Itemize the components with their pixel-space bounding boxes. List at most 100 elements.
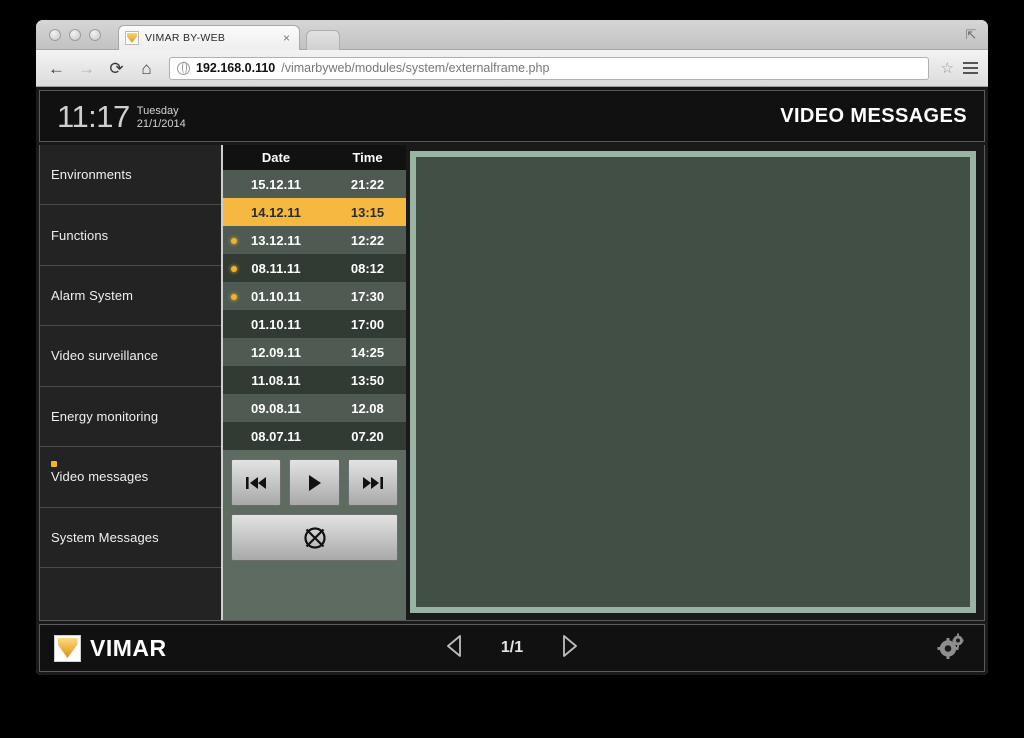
- skip-back-icon: [246, 476, 267, 489]
- new-tab-button[interactable]: [306, 30, 340, 50]
- vimar-app: 11:17 Tuesday 21/1/2014 VIDEO MESSAGES E…: [36, 87, 988, 675]
- globe-icon: [177, 61, 190, 75]
- next-button[interactable]: [347, 459, 398, 506]
- close-tab-icon[interactable]: ×: [280, 32, 293, 44]
- previous-button[interactable]: [231, 459, 282, 506]
- table-row[interactable]: 01.10.11 17:00: [223, 310, 406, 338]
- url-path: /vimarbyweb/modules/system/externalframe…: [281, 61, 550, 75]
- settings-button[interactable]: [936, 632, 966, 665]
- row-time: 21:22: [350, 176, 385, 192]
- sidebar-item-environments[interactable]: Environments: [40, 145, 221, 206]
- sidebar-item-label: Video messages: [51, 469, 149, 485]
- row-date: 13.12.11: [251, 232, 301, 248]
- table-row[interactable]: 08.11.11 08:12: [223, 254, 406, 282]
- sidebar: Environments Functions Alarm System Vide…: [40, 145, 223, 620]
- table-row[interactable]: 12.09.11 14:25: [223, 338, 406, 366]
- address-bar[interactable]: 192.168.0.110 /vimarbyweb/modules/system…: [169, 56, 929, 80]
- video-viewer-panel: [406, 145, 984, 620]
- vimar-logo-icon: [54, 634, 81, 662]
- brand-logo: VIMAR: [54, 634, 167, 662]
- delete-crossed-circle-icon: [303, 526, 326, 549]
- row-time: 12:22: [350, 232, 385, 248]
- triangle-left-icon: [447, 634, 461, 657]
- row-time: 17:30: [350, 288, 385, 304]
- browser-tab-title: VIMAR BY-WEB: [145, 32, 226, 44]
- table-row[interactable]: 09.08.11 12.08: [223, 394, 406, 422]
- clock: 11:17 Tuesday 21/1/2014: [57, 101, 186, 132]
- home-icon[interactable]: ⌂: [136, 58, 157, 79]
- sidebar-item-energy-monitoring[interactable]: Energy monitoring: [40, 386, 221, 448]
- table-row[interactable]: 13.12.11 12:22: [223, 226, 406, 254]
- row-date: 01.10.11: [251, 316, 301, 332]
- sidebar-item-video-messages[interactable]: Video messages: [40, 447, 221, 508]
- message-list-header: Date Time: [223, 145, 406, 170]
- sidebar-item-label: Video surveillance: [51, 348, 159, 364]
- back-icon[interactable]: ←: [46, 58, 67, 79]
- unread-dot-icon: [231, 238, 237, 244]
- row-date: 01.10.11: [251, 288, 301, 304]
- next-page-button[interactable]: [559, 633, 579, 664]
- message-panel-filler: [223, 569, 406, 620]
- minimize-window-button[interactable]: [69, 29, 81, 41]
- brand-name: VIMAR: [90, 634, 167, 661]
- row-time: 17:00: [350, 316, 385, 332]
- skip-forward-icon: [362, 476, 383, 489]
- unread-dot-icon: [231, 266, 237, 272]
- unread-dot-icon: [51, 461, 57, 468]
- clock-datestring: 21/1/2014: [136, 117, 186, 130]
- video-display[interactable]: [410, 151, 976, 613]
- browser-menu-icon[interactable]: [963, 61, 978, 75]
- message-list-rows: 15.12.11 21:22 14.12.11 13:15 13.12.11 1…: [223, 170, 406, 450]
- sidebar-item-label: Functions: [51, 227, 109, 243]
- url-host: 192.168.0.110: [196, 61, 276, 75]
- table-row[interactable]: 15.12.11 21:22: [223, 170, 406, 198]
- table-row[interactable]: 08.07.11 07.20: [223, 422, 406, 450]
- row-date: 08.07.11: [251, 428, 301, 444]
- row-date: 09.08.11: [251, 400, 301, 416]
- clock-date: Tuesday 21/1/2014: [137, 102, 186, 130]
- app-header: 11:17 Tuesday 21/1/2014 VIDEO MESSAGES: [39, 90, 985, 142]
- pagination: 1/1: [40, 633, 984, 664]
- page-title: VIDEO MESSAGES: [780, 104, 967, 127]
- play-button[interactable]: [289, 459, 340, 506]
- page-indicator: 1/1: [500, 639, 524, 656]
- sidebar-item-system-messages[interactable]: System Messages: [40, 507, 221, 568]
- row-time: 08:12: [350, 260, 385, 276]
- table-row[interactable]: 11.08.11 13:50: [223, 366, 406, 394]
- restore-window-icon[interactable]: ⇱: [964, 28, 978, 42]
- row-time: 07.20: [351, 428, 384, 444]
- row-date: 14.12.11: [251, 204, 301, 220]
- sidebar-filler: [40, 567, 221, 620]
- clock-weekday: Tuesday: [136, 105, 179, 118]
- row-date: 15.12.11: [251, 176, 301, 192]
- app-body: Environments Functions Alarm System Vide…: [39, 145, 985, 621]
- sidebar-item-label: System Messages: [51, 529, 159, 545]
- sidebar-item-label: Alarm System: [51, 288, 134, 304]
- browser-tab[interactable]: VIMAR BY-WEB ×: [118, 25, 300, 50]
- browser-toolbar: ← → ⟳ ⌂ 192.168.0.110 /vimarbyweb/module…: [36, 50, 988, 87]
- forward-icon[interactable]: →: [76, 58, 97, 79]
- column-header-time: Time: [352, 150, 383, 165]
- browser-window: VIMAR BY-WEB × ⇱ ← → ⟳ ⌂ 192.168.0.110 /…: [36, 20, 988, 675]
- reload-icon[interactable]: ⟳: [106, 58, 127, 79]
- table-row[interactable]: 01.10.11 17:30: [223, 282, 406, 310]
- sidebar-item-label: Environments: [51, 167, 132, 183]
- sidebar-item-alarm-system[interactable]: Alarm System: [40, 265, 221, 327]
- window-traffic-lights[interactable]: [49, 29, 101, 41]
- row-time: 13:15: [350, 204, 385, 220]
- table-row[interactable]: 14.12.11 13:15: [223, 198, 406, 226]
- play-icon: [309, 474, 322, 491]
- app-footer: VIMAR 1/1: [39, 624, 985, 672]
- message-list-panel: Date Time 15.12.11 21:22 14.12.11 13:15 …: [223, 145, 406, 620]
- clock-time: 11:17: [57, 98, 130, 134]
- delete-message-button[interactable]: [231, 514, 398, 561]
- bookmark-star-icon[interactable]: ☆: [941, 59, 954, 77]
- close-window-button[interactable]: [49, 29, 61, 41]
- maximize-window-button[interactable]: [89, 29, 101, 41]
- player-controls: [223, 450, 406, 569]
- sidebar-item-functions[interactable]: Functions: [40, 205, 221, 266]
- previous-page-button[interactable]: [445, 633, 465, 664]
- sidebar-item-video-surveillance[interactable]: Video surveillance: [40, 326, 221, 387]
- gears-icon: [937, 633, 964, 659]
- row-date: 12.09.11: [251, 344, 301, 360]
